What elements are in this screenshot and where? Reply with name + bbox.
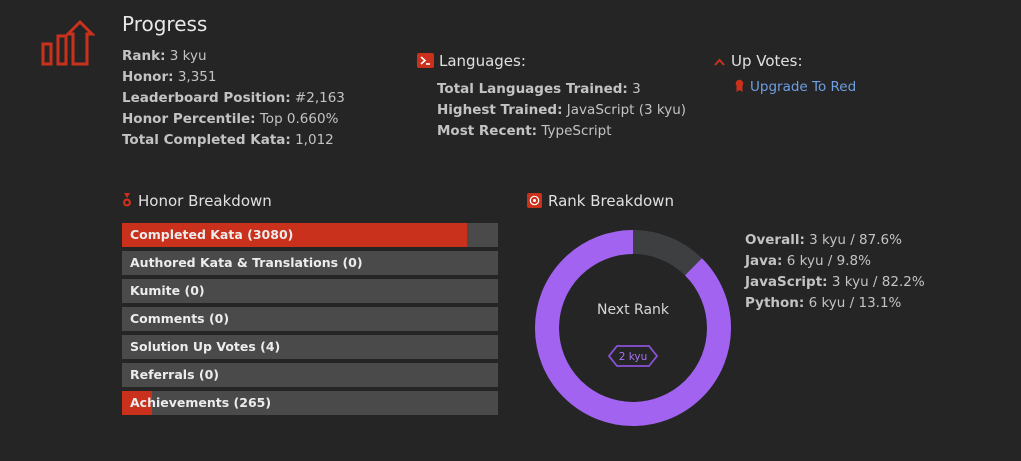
- rank-breakdown-heading: Rank Breakdown: [527, 192, 674, 212]
- honor-bar: Achievements (265): [122, 391, 498, 415]
- honor-bar-label: Solution Up Votes (4): [130, 339, 281, 354]
- terminal-icon: [417, 53, 434, 68]
- rank-java: Java: 6 kyu / 9.8%: [745, 253, 871, 269]
- ribbon-icon: [735, 79, 744, 96]
- honor-breakdown-heading: Honor Breakdown: [122, 192, 272, 211]
- honor-bar: Referrals (0): [122, 363, 498, 387]
- honor-bar-label: Achievements (265): [130, 395, 272, 410]
- honor-bar-label: Comments (0): [130, 311, 230, 326]
- stat-honor: Honor: 3,351: [122, 69, 217, 85]
- medal-icon: [122, 193, 132, 211]
- progress-stats: Rank: 3 kyu Honor: 3,351 Leaderboard Pos…: [122, 46, 345, 151]
- rank-legend: Overall: 3 kyu / 87.6% Java: 6 kyu / 9.8…: [745, 230, 925, 314]
- honor-bars: Completed Kata (3080) Authored Kata & Tra…: [122, 223, 498, 419]
- target-icon: [527, 193, 542, 212]
- stat-total-completed-kata: Total Completed Kata: 1,012: [122, 132, 334, 148]
- chevron-up-icon: [714, 52, 725, 70]
- languages-heading: Languages:: [417, 52, 526, 70]
- honor-bar: Comments (0): [122, 307, 498, 331]
- rank-overall: Overall: 3 kyu / 87.6%: [745, 232, 902, 248]
- progress-title: Progress: [122, 12, 208, 36]
- next-rank-label: Next Rank: [597, 302, 670, 318]
- stat-honor-percentile: Honor Percentile: Top 0.660%: [122, 111, 339, 127]
- up-votes-heading: Up Votes:: [714, 52, 803, 70]
- honor-bar-label: Kumite (0): [130, 283, 205, 298]
- languages-stats: Total Languages Trained: 3 Highest Train…: [437, 79, 686, 142]
- stat-highest-trained: Highest Trained: JavaScript (3 kyu): [437, 102, 687, 118]
- stat-total-languages: Total Languages Trained: 3: [437, 81, 641, 97]
- donut-progress-arc: [535, 230, 731, 426]
- honor-bar: Kumite (0): [122, 279, 498, 303]
- honor-bar: Authored Kata & Translations (0): [122, 251, 498, 275]
- progress-chart-icon: [40, 19, 96, 72]
- upgrade-link[interactable]: Upgrade To Red: [735, 79, 856, 96]
- rank-javascript: JavaScript: 3 kyu / 82.2%: [745, 274, 925, 290]
- honor-bar-label: Authored Kata & Translations (0): [130, 255, 363, 270]
- stat-rank: Rank: 3 kyu: [122, 48, 207, 64]
- next-rank-value: 2 kyu: [619, 351, 648, 363]
- honor-bar-label: Completed Kata (3080): [130, 227, 294, 242]
- honor-bar: Solution Up Votes (4): [122, 335, 498, 359]
- stat-most-recent: Most Recent: TypeScript: [437, 123, 612, 139]
- honor-bar: Completed Kata (3080): [122, 223, 498, 247]
- stat-leaderboard-position: Leaderboard Position: #2,163: [122, 90, 345, 106]
- honor-bar-label: Referrals (0): [130, 367, 219, 382]
- rank-donut-chart: Next Rank 2 kyu: [533, 228, 733, 432]
- rank-python: Python: 6 kyu / 13.1%: [745, 295, 902, 311]
